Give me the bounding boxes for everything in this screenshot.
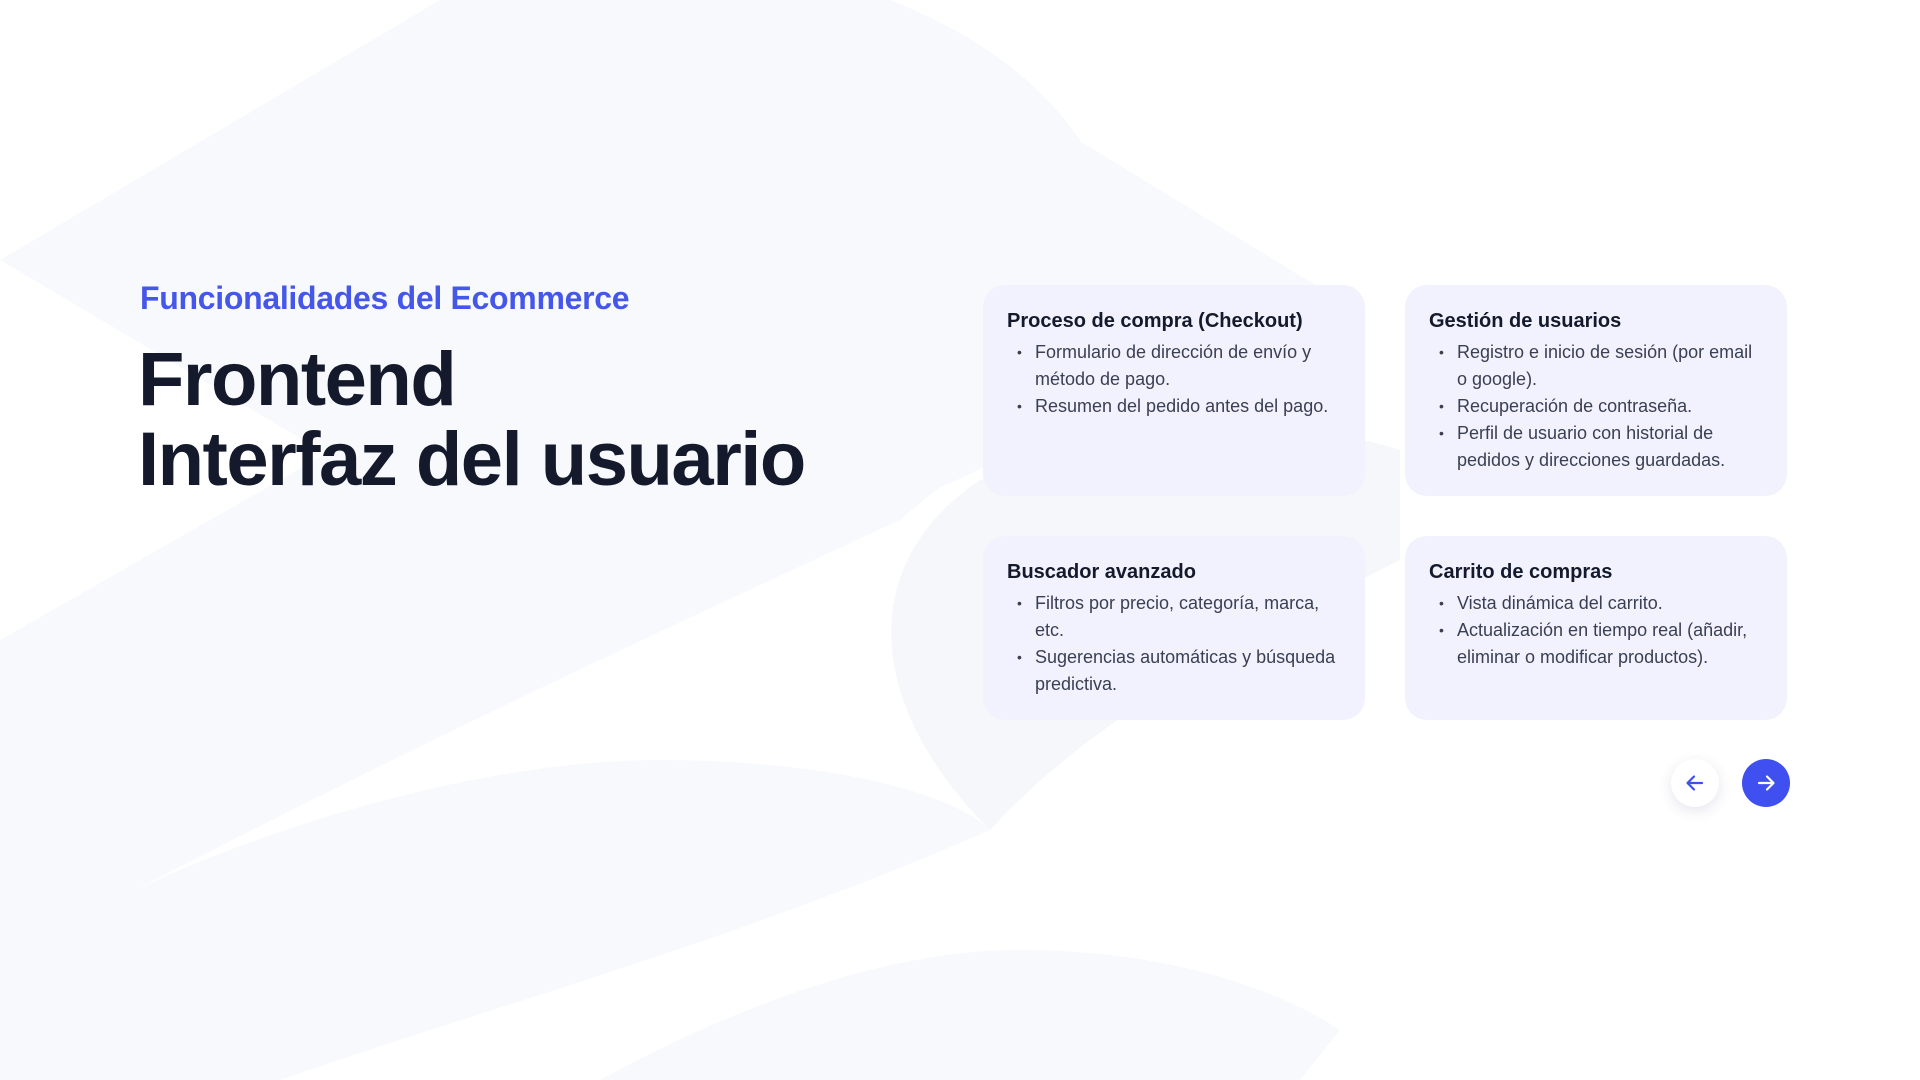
feature-card-shopping-cart: Carrito de compras Vista dinámica del ca… [1405, 536, 1787, 720]
card-list: Filtros por precio, categoría, marca, et… [1007, 590, 1341, 698]
feature-card-advanced-search: Buscador avanzado Filtros por precio, ca… [983, 536, 1365, 720]
page-title: Frontend Interfaz del usuario [138, 337, 806, 502]
feature-card-checkout: Proceso de compra (Checkout) Formulario … [983, 285, 1365, 496]
card-list: Vista dinámica del carrito. Actualizació… [1429, 590, 1763, 671]
page-title-line-1: Frontend [138, 337, 457, 422]
card-list-item: Perfil de usuario con historial de pedid… [1429, 420, 1763, 474]
next-button[interactable] [1742, 759, 1790, 807]
card-list-item: Formulario de dirección de envío y métod… [1007, 339, 1341, 393]
card-list: Formulario de dirección de envío y métod… [1007, 339, 1341, 420]
card-list-item: Registro e inicio de sesión (por email o… [1429, 339, 1763, 393]
card-title: Gestión de usuarios [1429, 310, 1622, 332]
arrow-right-icon [1757, 775, 1775, 791]
card-title: Carrito de compras [1429, 561, 1613, 583]
previous-button[interactable] [1671, 759, 1719, 807]
card-list-item: Recuperación de contraseña. [1429, 393, 1763, 420]
card-title: Proceso de compra (Checkout) [1007, 310, 1303, 332]
card-list-item: Filtros por precio, categoría, marca, et… [1007, 590, 1341, 644]
card-list-item: Actualización en tiempo real (añadir, el… [1429, 617, 1763, 671]
card-list-item: Vista dinámica del carrito. [1429, 590, 1763, 617]
page-title-line-2: Interfaz del usuario [138, 417, 806, 502]
card-list-item: Sugerencias automáticas y búsqueda predi… [1007, 644, 1341, 698]
card-list: Registro e inicio de sesión (por email o… [1429, 339, 1763, 474]
section-eyebrow: Funcionalidades del Ecommerce [140, 280, 630, 316]
card-list-item: Resumen del pedido antes del pago. [1007, 393, 1341, 420]
feature-card-user-management: Gestión de usuarios Registro e inicio de… [1405, 285, 1787, 496]
slide: Funcionalidades del Ecommerce Frontend I… [0, 0, 1920, 1080]
card-title: Buscador avanzado [1007, 561, 1196, 583]
arrow-left-icon [1686, 775, 1704, 791]
